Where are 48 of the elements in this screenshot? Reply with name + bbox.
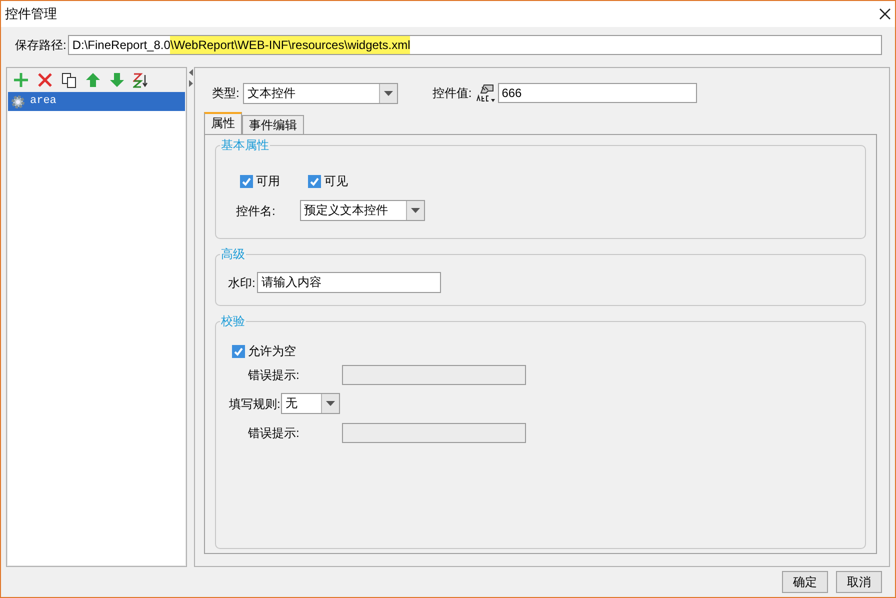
check-icon — [309, 176, 320, 186]
checkbox-label: 可见 — [324, 173, 348, 190]
window-title: 控件管理 — [5, 5, 57, 24]
delete-icon[interactable] — [37, 72, 53, 88]
checkbox-label: 允许为空 — [248, 343, 296, 360]
close-icon[interactable] — [879, 8, 891, 20]
error-label: 错误提示: — [248, 367, 300, 384]
up-arrow-icon[interactable] — [85, 72, 101, 88]
error-field[interactable] — [342, 423, 526, 443]
check-icon — [241, 176, 252, 186]
checkbox[interactable] — [240, 174, 253, 188]
formula-icon[interactable] — [476, 84, 496, 102]
value-field[interactable]: 666 — [498, 83, 697, 103]
dropdown-arrow-icon — [326, 401, 336, 406]
checkbox[interactable] — [232, 344, 245, 358]
name-label: 控件名: — [236, 202, 276, 220]
watermark-field[interactable]: 请输入内容 — [257, 272, 442, 293]
checkbox[interactable] — [308, 174, 321, 188]
dropdown-arrow-icon — [384, 90, 394, 96]
add-icon[interactable] — [13, 72, 29, 88]
rule-label: 填写规则: — [229, 396, 280, 412]
error-label: 错误提示: — [248, 425, 300, 442]
tab[interactable]: 事件编辑 — [242, 115, 304, 134]
error-field[interactable] — [342, 365, 526, 385]
copy-icon[interactable] — [61, 72, 77, 88]
expand-right-icon — [188, 80, 192, 87]
collapse-left-icon — [188, 69, 192, 76]
checkbox-label: 可用 — [256, 173, 280, 190]
down-arrow-icon[interactable] — [109, 72, 125, 88]
path-label: 保存路径: — [15, 37, 66, 54]
watermark-label: 水印: — [228, 274, 256, 292]
ok-button[interactable]: 确定 — [782, 571, 828, 593]
tab[interactable]: 属性 — [204, 112, 242, 134]
value-label: 控件值: — [432, 85, 472, 102]
cancel-button[interactable]: 取消 — [836, 571, 882, 593]
type-label: 类型: — [212, 85, 240, 102]
rule-dropdown[interactable]: 无 — [281, 393, 340, 414]
group-title: 校验 — [220, 313, 246, 329]
type-dropdown[interactable]: 文本控件 — [243, 82, 398, 104]
sort-icon[interactable] — [133, 72, 149, 88]
check-icon — [233, 346, 244, 356]
list-item[interactable]: area — [8, 92, 185, 111]
path-field[interactable]: D:\FineReport_8.0\WebReport\WEB-INF\resources\widgets.xml — [68, 35, 882, 55]
gear-icon — [10, 94, 26, 110]
group-title: 基本属性 — [220, 137, 270, 153]
name-dropdown[interactable]: 预定义文本控件 — [300, 200, 425, 221]
dropdown-arrow-icon — [411, 208, 420, 213]
group-title: 高级 — [220, 246, 246, 262]
